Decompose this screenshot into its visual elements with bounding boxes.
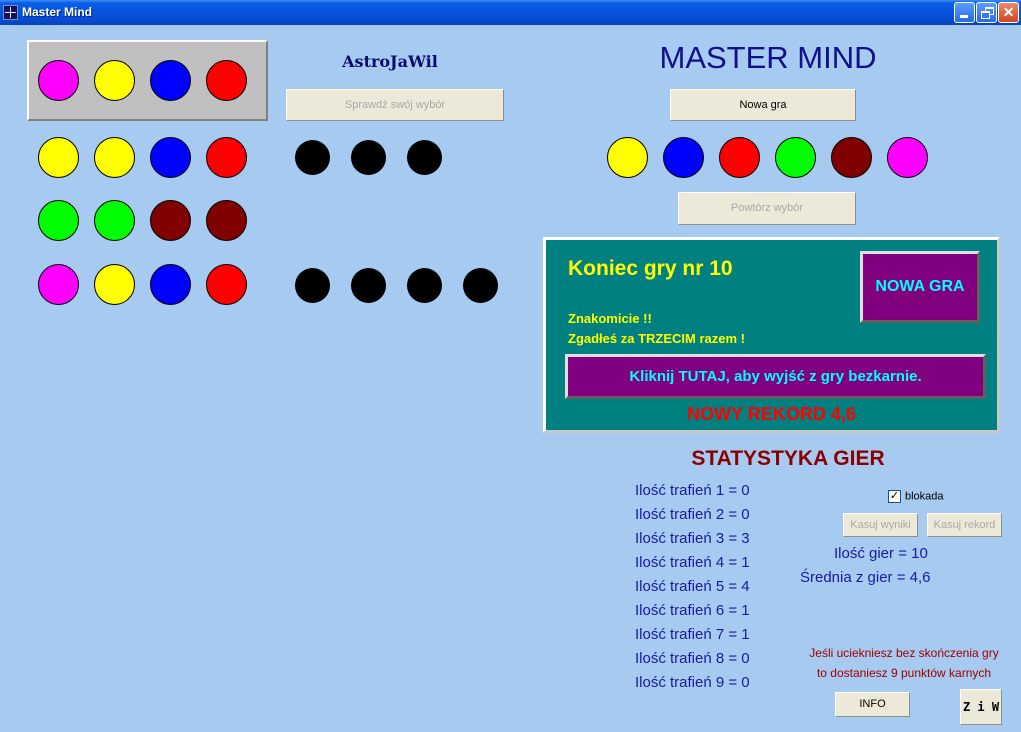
penalty-warning-line-1: Jeśli uciekniesz bez skończenia gry (809, 646, 999, 660)
minimize-icon (960, 15, 968, 18)
app-icon[interactable] (3, 5, 18, 20)
selection-ball-2[interactable] (94, 60, 135, 101)
stat-line-6: Ilość trafień 6 = 1 (635, 602, 750, 619)
new-game-button[interactable]: Nowa gra (670, 89, 856, 121)
palette-ball-2[interactable] (663, 137, 704, 178)
guess-3-peg-2 (351, 268, 386, 303)
new-record-label: NOWY REKORD 4,6 (687, 404, 856, 424)
minimize-button[interactable] (954, 2, 975, 23)
guess-count-message: Zgadłeś za TRZECIM razem ! (568, 331, 745, 346)
guess-1-ball-2 (94, 137, 135, 178)
stat-line-9: Ilość trafień 9 = 0 (635, 674, 750, 691)
palette-ball-5[interactable] (831, 137, 872, 178)
stat-line-7: Ilość trafień 7 = 1 (635, 626, 750, 643)
exit-game-button[interactable]: Kliknij TUTAJ, aby wyjść z gry bezkarnie… (565, 354, 986, 399)
guess-1-peg-1 (295, 140, 330, 175)
guess-3-ball-2 (94, 264, 135, 305)
selection-ball-1[interactable] (38, 60, 79, 101)
guess-2-ball-3 (150, 200, 191, 241)
clear-record-button[interactable]: Kasuj rekord (927, 513, 1002, 537)
guess-1-ball-4 (206, 137, 247, 178)
lock-label: blokada (905, 490, 944, 503)
congrats-message: Znakomicie !! (568, 311, 652, 326)
new-game-label: Nowa gra (739, 99, 787, 111)
maximize-button[interactable] (976, 2, 997, 23)
stat-line-5: Ilość trafień 5 = 4 (635, 578, 750, 595)
check-choice-button[interactable]: Sprawdź swój wybór (286, 89, 504, 121)
repeat-choice-label: Powtórz wybór (730, 202, 804, 214)
guess-1-ball-1 (38, 137, 79, 178)
clear-results-label: Kasuj wyniki (850, 519, 911, 531)
ziw-button[interactable]: Z i W (960, 689, 1002, 725)
guess-1-peg-3 (407, 140, 442, 175)
game-over-panel: Koniec gry nr 10 NOWA GRA Znakomicie !! … (543, 237, 1000, 433)
stat-line-4: Ilość trafień 4 = 1 (635, 554, 750, 571)
guess-1-peg-2 (351, 140, 386, 175)
game-over-title: Koniec gry nr 10 (568, 257, 733, 280)
stat-line-8: Ilość trafień 8 = 0 (635, 650, 750, 667)
palette-ball-4[interactable] (775, 137, 816, 178)
guess-2-ball-4 (206, 200, 247, 241)
ziw-label: Z i W (962, 700, 1000, 714)
palette-ball-1[interactable] (607, 137, 648, 178)
checkmark-icon: ✓ (889, 490, 900, 502)
big-new-game-button[interactable]: NOWA GRA (860, 251, 980, 323)
big-new-game-label: NOWA GRA (875, 278, 965, 295)
selection-ball-4[interactable] (206, 60, 247, 101)
palette-ball-3[interactable] (719, 137, 760, 178)
selection-ball-3[interactable] (150, 60, 191, 101)
guess-3-ball-1 (38, 264, 79, 305)
penalty-warning-line-2: to dostaniesz 9 punktów karnych (816, 666, 992, 680)
stat-line-1: Ilość trafień 1 = 0 (635, 482, 750, 499)
info-button[interactable]: INFO (835, 692, 910, 717)
lock-checkbox[interactable]: ✓ (888, 490, 901, 503)
clear-record-label: Kasuj rekord (933, 519, 996, 531)
guess-2-ball-2 (94, 200, 135, 241)
games-count: Ilość gier = 10 (834, 545, 928, 562)
check-choice-label: Sprawdź swój wybór (344, 99, 446, 111)
guess-3-peg-3 (407, 268, 442, 303)
guess-3-peg-1 (295, 268, 330, 303)
close-button[interactable]: ✕ (998, 2, 1019, 23)
author-label: AstroJaWil (342, 52, 438, 71)
window-title: Master Mind (22, 5, 93, 19)
stat-line-3: Ilość trafień 3 = 3 (635, 530, 750, 547)
guess-2-ball-1 (38, 200, 79, 241)
exit-game-label: Kliknij TUTAJ, aby wyjść z gry bezkarnie… (629, 368, 922, 385)
app-title: MASTER MIND (659, 40, 877, 75)
stat-line-2: Ilość trafień 2 = 0 (635, 506, 750, 523)
info-label: INFO (859, 698, 886, 710)
guess-1-ball-3 (150, 137, 191, 178)
guess-3-ball-3 (150, 264, 191, 305)
guess-3-peg-4 (463, 268, 498, 303)
close-icon: ✕ (1002, 4, 1015, 20)
clear-results-button[interactable]: Kasuj wyniki (843, 513, 918, 537)
guess-3-ball-4 (206, 264, 247, 305)
stats-title: STATYSTYKA GIER (691, 447, 885, 470)
palette-ball-6[interactable] (887, 137, 928, 178)
title-bar: Master Mind ✕ (0, 0, 1021, 25)
average-score: Średnia z gier = 4,6 (800, 569, 931, 586)
lock-checkbox-row[interactable]: ✓ blokada (888, 490, 944, 503)
repeat-choice-button[interactable]: Powtórz wybór (678, 192, 856, 225)
